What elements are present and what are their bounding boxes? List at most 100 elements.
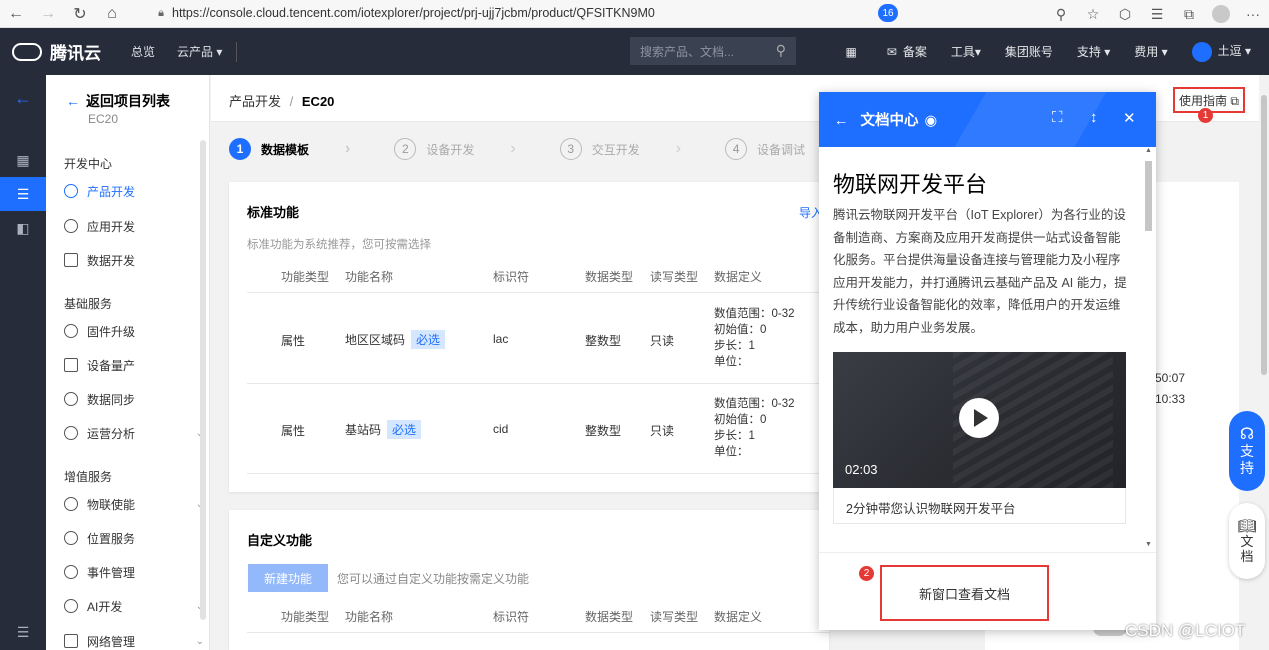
cell-data-type: 整数型 (585, 334, 622, 348)
user-name: 土逗 ▾ (1217, 43, 1251, 58)
sidebar-item-data-sync[interactable]: 数据同步 (64, 389, 204, 409)
sidebar-item-location[interactable]: 位置服务 (64, 528, 204, 548)
scroll-up-icon[interactable]: ▲ (1145, 147, 1152, 154)
page-scrollbar-thumb[interactable] (1261, 95, 1267, 375)
new-function-button[interactable]: 新建功能 (248, 564, 328, 592)
project-sidebar: ← 返回项目列表 EC20 开发中心 产品开发 应用开发 数据开发 基础服务 固件… (46, 75, 210, 650)
sidebar-item-iot-enable[interactable]: 物联使能⌄ (64, 494, 204, 514)
back-arrow-icon[interactable]: ← (834, 113, 849, 129)
cell-type: 属性 (281, 424, 306, 438)
cell-name: 地区区域码 必选 (345, 330, 446, 349)
play-icon[interactable] (959, 398, 999, 438)
search-icon[interactable]: ⚲ (776, 42, 786, 59)
breadcrumb-parent[interactable]: 产品开发 (229, 94, 281, 109)
intro-video[interactable]: 02:03 (833, 352, 1126, 488)
column-header: 数据类型 (585, 270, 634, 284)
close-icon[interactable]: ✕ (1123, 109, 1136, 127)
profile-avatar[interactable] (1212, 5, 1230, 23)
standard-features-title: 标准功能 (247, 205, 300, 220)
doc-scrollbar[interactable]: ▲ ▼ (1142, 147, 1154, 552)
list-icon[interactable]: ☰ (0, 177, 46, 211)
search-input[interactable]: 搜索产品、文档... ⚲ (630, 37, 796, 65)
top-navigation: 腾讯云 总览 云产品 ▾ 搜索产品、文档... ⚲ ▦ ✉ 备案 工具▾ 集团账… (0, 28, 1269, 75)
header-decoration (945, 92, 1113, 147)
sidebar-item-events[interactable]: 事件管理 (64, 562, 204, 582)
sidebar-item-app-dev[interactable]: 应用开发 (64, 216, 204, 236)
resize-vertical-icon[interactable]: ↕ (1090, 109, 1098, 126)
cell-rw-type: 只读 (650, 424, 675, 438)
column-header: 标识符 (493, 610, 530, 624)
video-caption[interactable]: 2分钟带您认识物联网开发平台 (833, 488, 1126, 524)
step-device-dev[interactable]: 2 设备开发 › (394, 138, 516, 160)
analytics-icon (64, 426, 78, 440)
support-float-button[interactable]: ☊ 支 持 (1229, 411, 1265, 491)
sidebar-item-product-dev[interactable]: 产品开发 (64, 181, 204, 201)
app-icon (64, 219, 78, 233)
home-icon[interactable]: ⌂ (96, 0, 128, 28)
nav-group-account[interactable]: 集团账号 (1005, 43, 1053, 60)
tencent-cloud-logo[interactable]: 腾讯云 (12, 39, 101, 64)
forward-arrow-icon[interactable]: → (32, 0, 64, 28)
open-in-new-window-button[interactable]: 新窗口查看文档 (880, 565, 1049, 621)
more-menu-icon[interactable]: ··· (1237, 6, 1269, 22)
step-data-template[interactable]: 1 数据模板 › (229, 138, 350, 160)
panel-icon[interactable]: ◧ (0, 211, 46, 245)
zoom-icon[interactable]: ⚲ (1045, 6, 1077, 23)
extensions-icon[interactable]: ⬡ (1109, 6, 1141, 23)
video-duration: 02:03 (845, 462, 878, 477)
sidebar-item-data-dev[interactable]: 数据开发 (64, 250, 204, 270)
menu-toggle-icon[interactable]: ☰ (0, 615, 46, 649)
back-label: 返回项目列表 (86, 93, 170, 109)
sidebar-item-analytics[interactable]: 运营分析⌄ (64, 423, 204, 443)
sidebar-item-ai-dev[interactable]: AI开发⌄ (64, 596, 204, 616)
doc-panel-footer: 新窗口查看文档 (819, 552, 1156, 630)
address-bar[interactable]: 🔒︎ https://console.cloud.tencent.com/iot… (150, 2, 1070, 24)
user-avatar (1191, 41, 1212, 62)
sidebar-item-firmware[interactable]: 固件升级 (64, 321, 204, 341)
reload-icon[interactable]: ↻ (64, 0, 96, 28)
collapse-arrow-icon[interactable]: ← (0, 75, 46, 121)
favorite-star-icon[interactable]: ☆ (1077, 6, 1109, 23)
device-icon (64, 358, 78, 372)
docs-float-button[interactable]: 📖︎ 文 档 (1229, 503, 1265, 579)
user-menu[interactable]: 土逗 ▾ (1191, 41, 1251, 62)
collections-icon[interactable]: ⧉ (1173, 6, 1205, 23)
back-arrow-icon[interactable]: ← (0, 0, 32, 28)
nav-billing[interactable]: 费用 ▾ (1134, 43, 1167, 60)
chevron-right-icon: › (675, 140, 682, 157)
nav-beian[interactable]: 备案 (903, 43, 927, 60)
column-header: 数据定义 (714, 270, 763, 284)
profile-icon[interactable]: ◉ (925, 113, 938, 129)
doc-paragraph: 腾讯云物联网开发平台（IoT Explorer）为各行业的设备制造商、方案商及应… (833, 208, 1127, 335)
step-interaction-dev[interactable]: 3 交互开发 › (559, 138, 682, 160)
network-icon (64, 634, 78, 648)
custom-features-title: 自定义功能 (247, 533, 313, 548)
nav-products[interactable]: 云产品 ▾ (177, 43, 222, 60)
sidebar-item-mass-production[interactable]: 设备量产 (64, 355, 204, 375)
annotation-marker-1: 1 (1198, 108, 1213, 123)
step-device-debug[interactable]: 4 设备调试 (725, 138, 805, 160)
column-header: 功能名称 (345, 610, 394, 624)
browser-tools: ⚲ ☆ ⬡ ☰ ⧉ ··· (1045, 0, 1269, 28)
url-text: https://console.cloud.tencent.com/iotexp… (172, 6, 655, 20)
nav-overview[interactable]: 总览 (131, 43, 155, 60)
favorites-list-icon[interactable]: ☰ (1141, 6, 1173, 23)
qr-icon[interactable]: ▦ (845, 45, 856, 59)
fullscreen-icon[interactable]: ⛶ (1052, 109, 1063, 126)
timestamp-created: 50:07 (1155, 371, 1186, 385)
nav-support[interactable]: 支持 ▾ (1077, 43, 1110, 60)
back-to-projects-link[interactable]: ← 返回项目列表 (66, 91, 170, 111)
doc-scrollbar-thumb[interactable] (1145, 161, 1152, 231)
mail-icon[interactable]: ✉ (887, 45, 897, 59)
nav-tools[interactable]: 工具▾ (951, 43, 981, 60)
scroll-down-icon[interactable]: ▼ (1145, 541, 1152, 548)
chevron-right-icon: › (345, 140, 351, 157)
nav-divider (236, 41, 238, 62)
doc-panel-header: ← 文档中心 ◉ ⛶ ↕ ✕ (819, 92, 1156, 147)
column-header: 数据定义 (714, 610, 763, 624)
standard-features-subtitle: 标准功能为系统推荐，您可按需选择 (247, 239, 431, 251)
sidebar-item-network[interactable]: 网络管理 ⌄ (64, 631, 204, 650)
doc-center-panel: ← 文档中心 ◉ ⛶ ↕ ✕ 物联网开发平台 腾讯云物联网开发平台（IoT Expl… (819, 92, 1156, 630)
sidebar-scrollbar[interactable] (200, 140, 206, 620)
dashboard-icon[interactable]: ▦ (0, 143, 46, 177)
